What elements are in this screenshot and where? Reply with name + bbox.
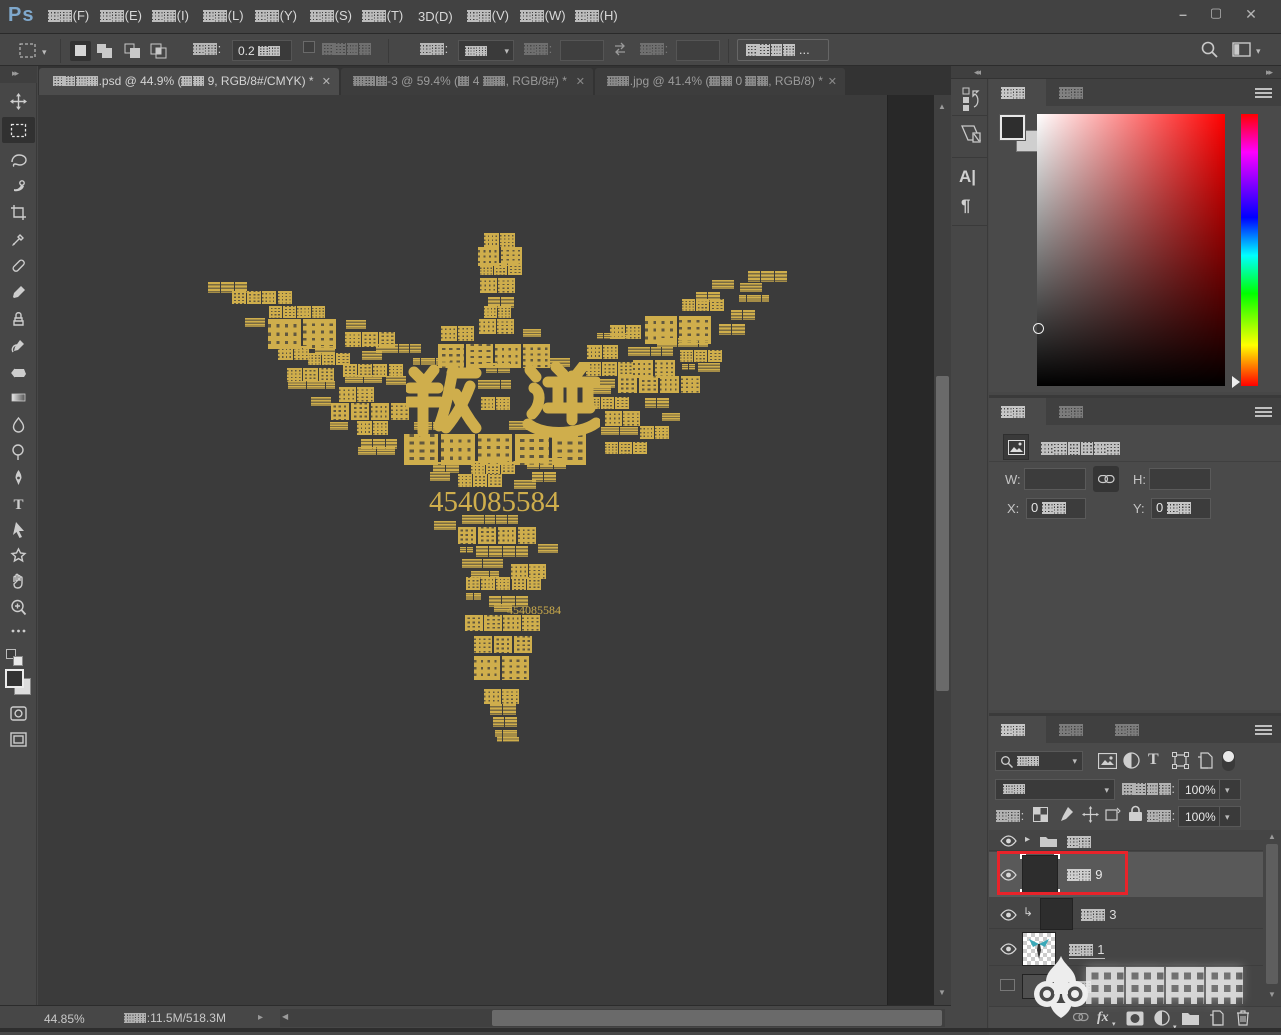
svg-text:T: T bbox=[13, 497, 23, 513]
